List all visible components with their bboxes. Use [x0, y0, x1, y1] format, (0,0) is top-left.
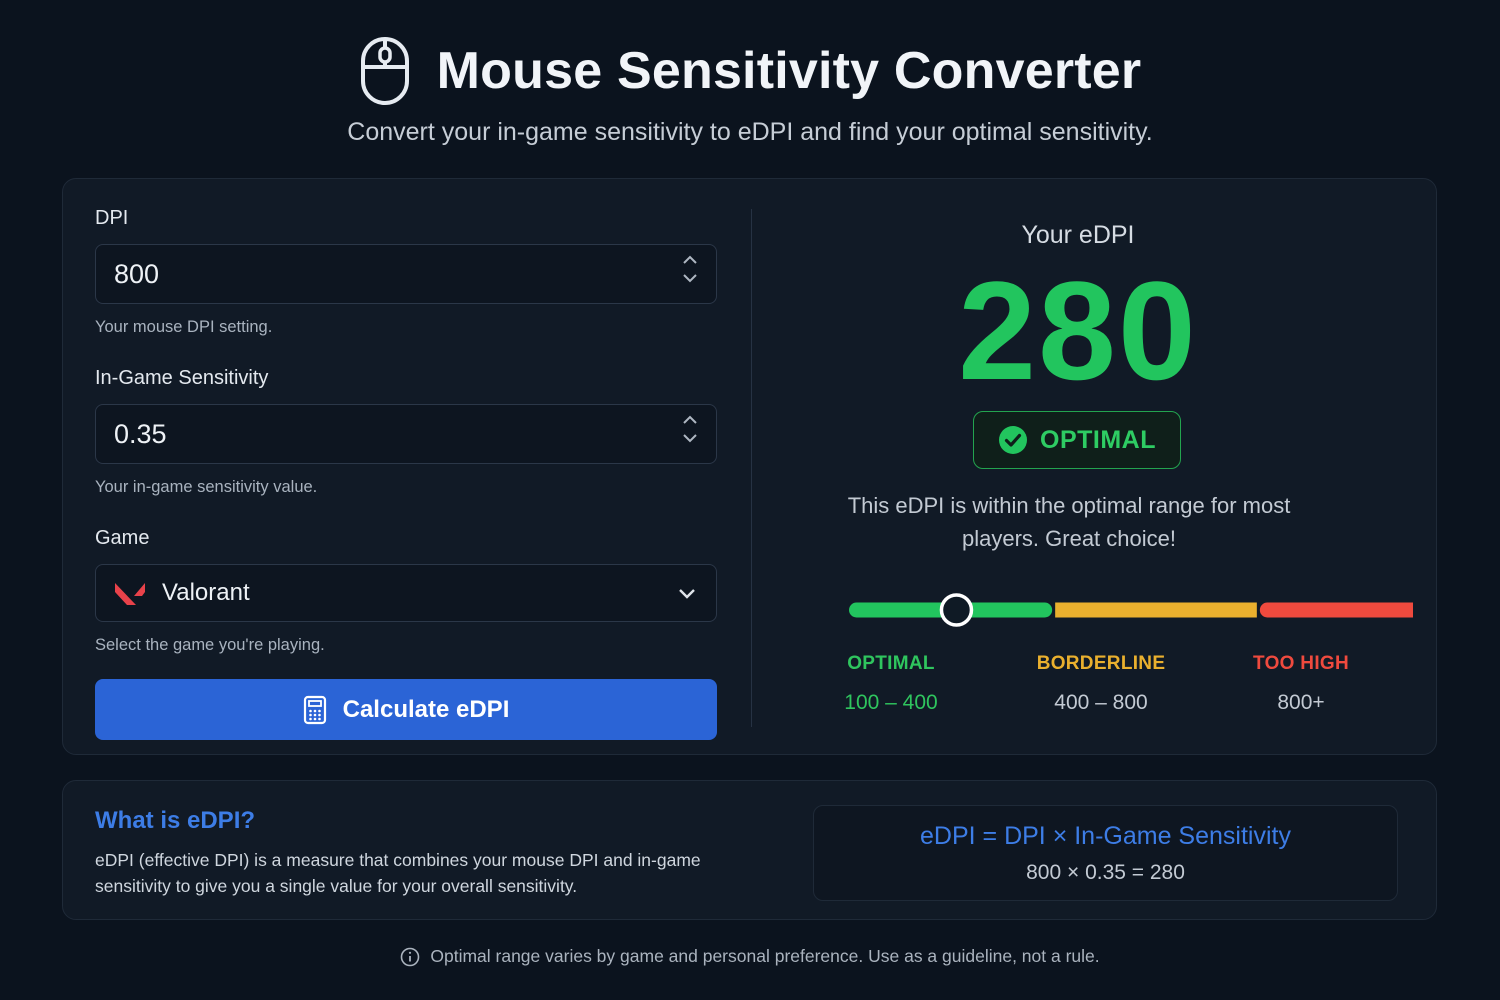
formula-text: eDPI = DPI × In-Game Sensitivity — [920, 821, 1291, 850]
range-optimal-value: 100 – 400 — [844, 691, 938, 714]
edpi-value: 280 — [958, 252, 1198, 409]
range-too-high: TOO HIGH 800+ — [1201, 653, 1401, 715]
calculate-button-label: Calculate eDPI — [342, 695, 510, 723]
result-panel: Your eDPI 280 OPTIMAL This eDPI is withi… — [783, 179, 1413, 756]
range-segment-borderline — [1055, 602, 1257, 618]
page-title: Mouse Sensitivity Converter — [436, 42, 1142, 100]
converter-card: DPI Your mouse DPI setting. In-Game Sens… — [62, 178, 1437, 755]
formula-box: eDPI = DPI × In-Game Sensitivity 800 × 0… — [813, 805, 1398, 901]
sensitivity-group: In-Game Sensitivity Your in-game sensiti… — [95, 367, 717, 497]
dpi-input[interactable] — [114, 258, 698, 290]
range-segment-too-high — [1259, 602, 1413, 618]
info-text: eDPI (effective DPI) is a measure that c… — [95, 850, 701, 896]
range-too-high-name: TOO HIGH — [1253, 653, 1349, 674]
dpi-input-box — [95, 244, 717, 304]
page-subtitle: Convert your in-game sensitivity to eDPI… — [347, 118, 1153, 146]
chevron-down-icon[interactable] — [682, 272, 698, 284]
range-too-high-value: 800+ — [1277, 691, 1325, 714]
range-indicator — [939, 593, 974, 627]
info-title: What is eDPI? — [95, 807, 256, 834]
sensitivity-input[interactable] — [114, 418, 698, 450]
dpi-stepper[interactable] — [682, 254, 698, 284]
range-optimal: OPTIMAL 100 – 400 — [791, 653, 991, 715]
dpi-help: Your mouse DPI setting. — [95, 318, 273, 336]
game-help: Select the game you're playing. — [95, 636, 325, 654]
range-borderline-name: BORDERLINE — [1036, 653, 1166, 674]
formula-example: 800 × 0.35 = 280 — [1026, 860, 1185, 884]
dpi-label: DPI — [95, 207, 129, 229]
edpi-label: Your eDPI — [1021, 221, 1135, 249]
status-badge: OPTIMAL — [973, 411, 1181, 469]
sensitivity-help: Your in-game sensitivity value. — [95, 478, 318, 496]
info-icon — [401, 947, 420, 966]
info-section: What is eDPI? eDPI (effective DPI) is a … — [95, 807, 775, 899]
status-badge-label: OPTIMAL — [1040, 425, 1156, 454]
title-row: Mouse Sensitivity Converter — [359, 36, 1142, 106]
chevron-up-icon[interactable] — [682, 414, 698, 426]
range-segment-optimal — [849, 602, 1053, 618]
range-legend: OPTIMAL 100 – 400 BORDERLINE 400 – 800 T… — [783, 653, 1413, 723]
sensitivity-stepper[interactable] — [682, 414, 698, 444]
result-description: This eDPI is within the optimal range fo… — [847, 493, 1291, 551]
range-optimal-name: OPTIMAL — [847, 653, 935, 674]
range-borderline: BORDERLINE 400 – 800 — [1001, 653, 1201, 715]
sensitivity-input-box — [95, 404, 717, 464]
calculate-button[interactable]: Calculate eDPI — [95, 679, 717, 740]
mouse-icon — [360, 37, 409, 105]
game-selected-value: Valorant — [162, 579, 250, 606]
game-label: Game — [95, 527, 150, 549]
game-group: Game Valorant Select the game you're pla… — [95, 527, 717, 655]
range-borderline-value: 400 – 800 — [1054, 691, 1148, 714]
calculator-icon — [303, 695, 326, 724]
page-header: Mouse Sensitivity Converter Convert your… — [0, 36, 1500, 147]
chevron-down-icon[interactable] — [678, 586, 696, 600]
panel-divider — [751, 209, 752, 727]
footer-note: Optimal range varies by game and persona… — [0, 946, 1500, 967]
footer-text: Optimal range varies by game and persona… — [430, 946, 1100, 966]
dpi-group: DPI Your mouse DPI setting. — [95, 207, 717, 337]
info-card: What is eDPI? eDPI (effective DPI) is a … — [62, 780, 1437, 920]
chevron-up-icon[interactable] — [682, 254, 698, 266]
valorant-logo-icon — [115, 583, 145, 605]
sensitivity-label: In-Game Sensitivity — [95, 367, 269, 389]
check-circle-icon — [999, 426, 1027, 454]
game-select[interactable]: Valorant — [95, 564, 717, 622]
chevron-down-icon[interactable] — [682, 432, 698, 444]
input-panel: DPI Your mouse DPI setting. In-Game Sens… — [95, 207, 717, 740]
